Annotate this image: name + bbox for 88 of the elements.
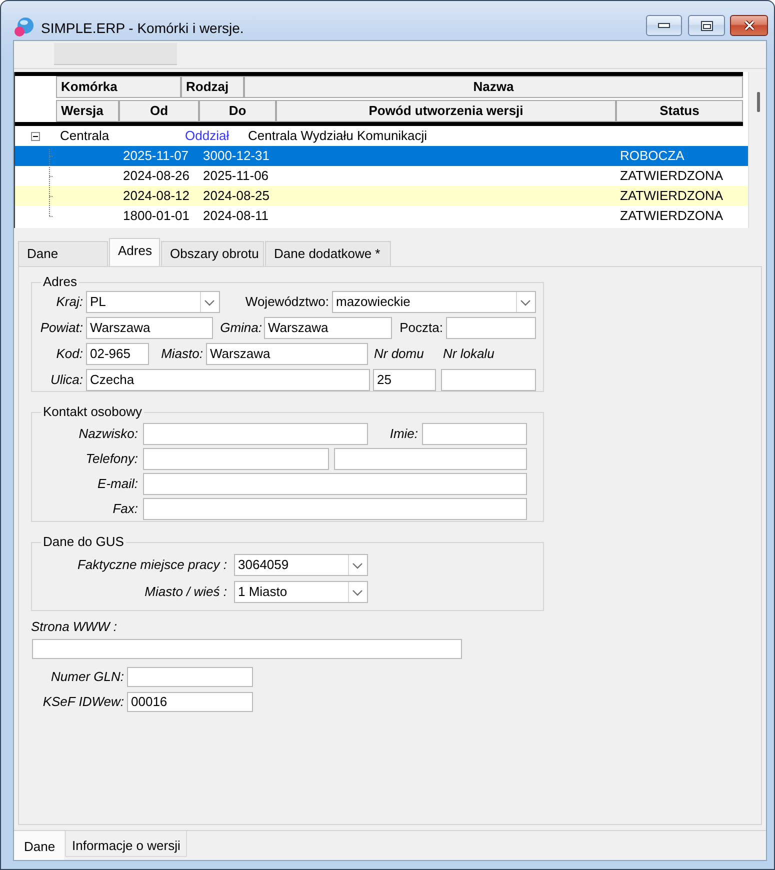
column-header[interactable]: Do — [199, 100, 276, 122]
column-header[interactable]: Powód utworzenia wersji — [276, 100, 616, 122]
toolbar-button[interactable] — [54, 43, 177, 65]
tab[interactable]: Dane dodatkowe * — [265, 241, 391, 266]
maximize-button[interactable] — [688, 15, 725, 36]
unit-type-cell-text: Oddział — [184, 127, 230, 145]
phones-label: Telefony: — [86, 450, 138, 468]
county-field[interactable]: Warszawa — [86, 317, 213, 339]
valid-from-cell-text: 2025-11-07 — [122, 147, 190, 165]
fax-label: Fax: — [112, 500, 138, 518]
locality-label: Miasto / wieś : — [144, 583, 227, 601]
status-cell-text: ZATWIERDZONA — [619, 207, 724, 225]
phones-field[interactable] — [143, 448, 329, 470]
flat-number-field[interactable] — [441, 369, 536, 391]
valid-to-cell-text: 2024-08-11 — [202, 207, 270, 225]
house-number-label: Nr domu — [374, 345, 424, 363]
unit-name-cell-text: Centrala Wydziału Komunikacji — [247, 127, 428, 145]
gln-label: Numer GLN: — [51, 668, 124, 686]
status-cell-text: ROBOCZA — [619, 147, 686, 165]
city-field[interactable]: Warszawa — [206, 343, 368, 365]
street-field[interactable]: Czecha — [86, 369, 370, 391]
valid-to-cell-text: 2025-11-06 — [202, 167, 270, 185]
tab[interactable]: Obszary obrotu — [161, 241, 264, 266]
surname-label: Nazwisko: — [78, 425, 138, 443]
table-row[interactable]: 2025-11-07 3000-12-31 ROBOCZA — [15, 146, 748, 166]
fax-field[interactable] — [143, 498, 527, 520]
scrollbar[interactable] — [748, 72, 766, 228]
workplace-dropdown[interactable]: 3064059 — [234, 554, 368, 576]
column-header[interactable]: Od — [119, 100, 199, 122]
scrollbar-thumb[interactable] — [757, 92, 760, 112]
email-label: E-mail: — [98, 475, 138, 493]
maximize-icon — [700, 20, 712, 30]
valid-from-cell-text: 1800-01-01 — [122, 207, 190, 225]
tree-line-drawing — [49, 149, 53, 217]
valid-to-cell-text: 3000-12-31 — [202, 147, 270, 165]
commune-field[interactable]: Warszawa — [264, 317, 392, 339]
contact-group-title: Kontakt osobowy — [42, 404, 144, 420]
street-label: Ulica: — [50, 371, 83, 389]
sphere-icon — [14, 17, 34, 37]
status-cell-text: ZATWIERDZONA — [619, 167, 724, 185]
gln-field[interactable] — [127, 667, 253, 687]
address-group-title: Adres — [42, 274, 78, 290]
ksef-id-label: KSeF IDWew: — [42, 693, 124, 711]
country-dropdown[interactable]: PL — [86, 291, 220, 313]
first-name-label: Imie: — [390, 425, 418, 443]
first-name-field[interactable] — [422, 423, 527, 445]
valid-to-cell-text: 2024-08-25 — [202, 187, 270, 205]
voivodeship-dropdown[interactable]: mazowieckie — [332, 291, 536, 313]
column-header[interactable]: Rodzaj — [181, 76, 244, 98]
country-label: Kraj: — [56, 293, 83, 311]
tab[interactable]: Informacje o wersji — [65, 831, 187, 857]
tab[interactable]: Dane — [18, 241, 108, 266]
postal-code-label: Kod: — [56, 345, 83, 363]
tab[interactable]: Dane — [14, 831, 64, 860]
postal-code-field[interactable]: 02-965 — [86, 343, 149, 365]
post-office-label: Poczta: — [400, 319, 443, 337]
flat-number-label: Nr lokalu — [443, 345, 494, 363]
column-header[interactable]: Komórka — [56, 76, 181, 98]
unit-cell-text: Centrala — [59, 127, 110, 145]
website-label: Strona WWW : — [31, 619, 117, 634]
column-header[interactable]: Status — [616, 100, 743, 122]
gus-group-title: Dane do GUS — [42, 534, 125, 550]
phones-second-field[interactable] — [334, 448, 527, 470]
county-label: Powiat: — [40, 319, 83, 337]
minimize-icon — [658, 23, 670, 28]
column-header[interactable]: Nazwa — [244, 76, 743, 98]
email-field[interactable] — [143, 473, 527, 495]
ksef-id-field[interactable]: 00016 — [127, 692, 253, 712]
locality-dropdown[interactable]: 1 Miasto — [234, 581, 368, 603]
valid-from-cell-text: 2024-08-26 — [122, 167, 190, 185]
minimize-button[interactable] — [646, 15, 682, 36]
voivodeship-label: Województwo: — [245, 293, 329, 311]
house-number-field[interactable]: 25 — [373, 369, 436, 391]
valid-from-cell-text: 2024-08-12 — [122, 187, 190, 205]
post-office-field[interactable] — [446, 317, 536, 339]
window-title: SIMPLE.ERP - Komórki i wersje. — [41, 20, 244, 37]
column-header[interactable]: Wersja — [56, 100, 119, 122]
close-button[interactable] — [730, 15, 768, 36]
workplace-label: Faktyczne miejsce pracy : — [77, 556, 227, 574]
website-field[interactable] — [32, 639, 462, 659]
status-cell-text: ZATWIERDZONA — [619, 187, 724, 205]
table-row[interactable]: 2024-08-12 2024-08-25 ZATWIERDZONA — [15, 186, 748, 206]
close-icon — [742, 20, 756, 31]
minus-box-icon[interactable] — [31, 132, 40, 140]
city-label: Miasto: — [161, 345, 203, 363]
surname-field[interactable] — [143, 423, 368, 445]
tab[interactable]: Adres — [109, 238, 160, 266]
commune-label: Gmina: — [220, 319, 262, 337]
